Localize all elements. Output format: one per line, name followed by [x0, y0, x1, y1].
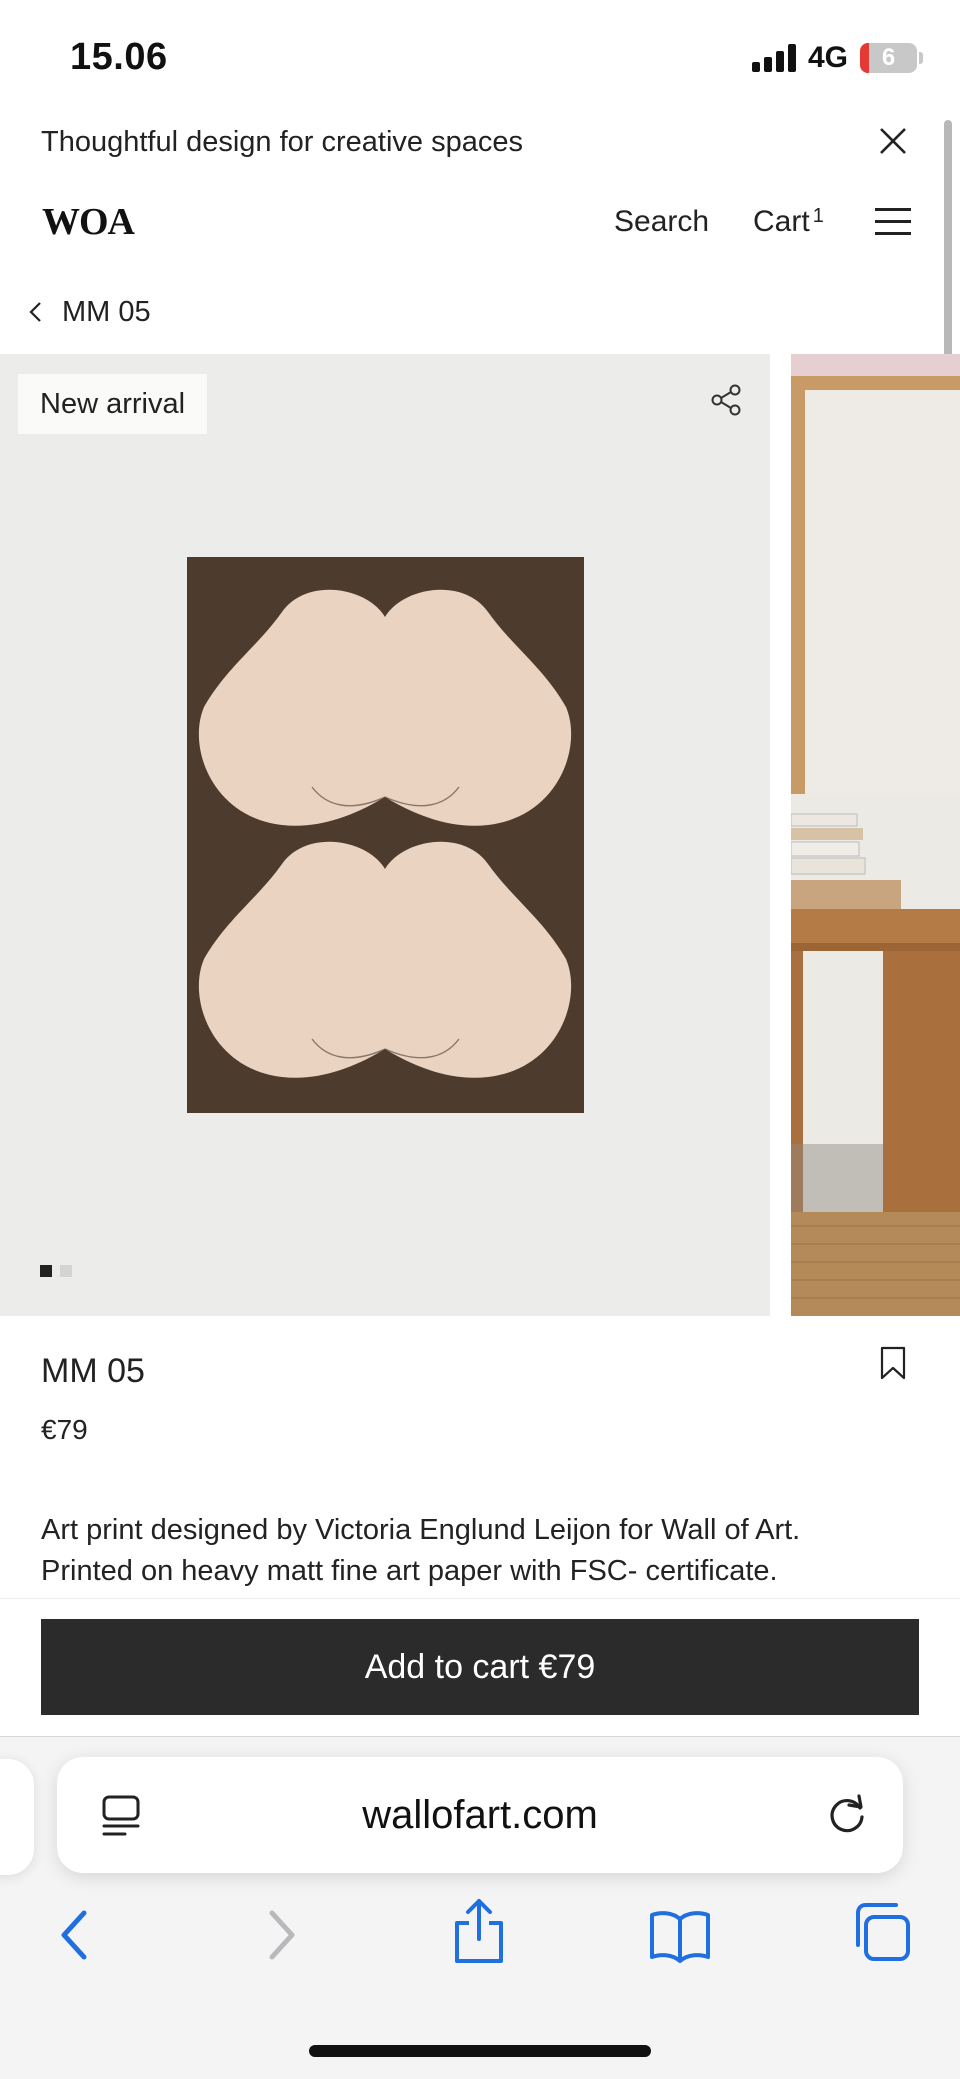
- search-link[interactable]: Search: [614, 205, 709, 239]
- breadcrumb[interactable]: MM 05: [24, 292, 151, 332]
- gallery-dot-1[interactable]: [40, 1265, 52, 1277]
- gallery-slide-next[interactable]: [791, 354, 960, 1316]
- close-icon[interactable]: [876, 124, 910, 158]
- new-arrival-badge: New arrival: [18, 374, 208, 434]
- gallery-dot-2[interactable]: [60, 1265, 72, 1277]
- cart-link[interactable]: Cart 1: [753, 205, 824, 239]
- bookmarks-icon[interactable]: [648, 1905, 712, 1965]
- home-indicator[interactable]: [309, 2045, 651, 2057]
- battery-icon: 6: [860, 43, 917, 73]
- product-gallery[interactable]: New arrival: [0, 354, 960, 1316]
- status-bar: 15.06 4G 6: [0, 0, 960, 110]
- chevron-left-icon: [29, 302, 41, 322]
- art-print-image: [187, 557, 584, 1113]
- signal-icon: [752, 44, 798, 72]
- add-to-cart-button[interactable]: Add to cart €79: [41, 1619, 919, 1715]
- url-text: wallofart.com: [362, 1793, 598, 1837]
- share-icon[interactable]: [452, 1897, 506, 1965]
- product-description: Art print designed by Victoria Englund L…: [41, 1510, 921, 1592]
- announcement-bar: Thoughtful design for creative spaces: [0, 110, 960, 180]
- gallery-pagination[interactable]: [40, 1265, 72, 1277]
- product-title: MM 05: [41, 1352, 145, 1390]
- menu-icon[interactable]: [875, 208, 911, 236]
- product-description-line: Printed on heavy matt fine art paper wit…: [41, 1555, 778, 1587]
- breadcrumb-label: MM 05: [62, 295, 151, 328]
- interior-photo: [791, 354, 960, 1316]
- network-label: 4G: [808, 41, 849, 74]
- address-bar[interactable]: wallofart.com: [57, 1757, 903, 1873]
- tabs-icon[interactable]: [852, 1901, 912, 1965]
- browser-toolbar: wallofart.com: [0, 1736, 960, 2079]
- product-description-line: Art print designed by Victoria Englund L…: [41, 1514, 801, 1546]
- page-menu-icon[interactable]: [101, 1795, 141, 1837]
- share-icon[interactable]: [708, 382, 744, 418]
- logo[interactable]: WOA: [42, 200, 135, 244]
- cart-label: Cart: [753, 205, 810, 238]
- bookmark-icon[interactable]: [880, 1346, 906, 1380]
- forward-icon[interactable]: [262, 1905, 302, 1965]
- battery-nub: [919, 52, 923, 64]
- reload-icon[interactable]: [825, 1793, 869, 1837]
- battery-level: 6: [881, 44, 896, 71]
- gallery-slide-main[interactable]: New arrival: [0, 354, 770, 1316]
- product-price: €79: [41, 1414, 88, 1445]
- announcement-text: Thoughtful design for creative spaces: [41, 126, 523, 158]
- cart-count: 1: [812, 205, 824, 227]
- previous-tab-preview[interactable]: [0, 1759, 34, 1875]
- sticky-cart-bar: Add to cart €79: [0, 1598, 960, 1736]
- art-print-artwork: [198, 589, 572, 1078]
- status-time: 15.06: [70, 36, 168, 78]
- back-icon[interactable]: [54, 1905, 94, 1965]
